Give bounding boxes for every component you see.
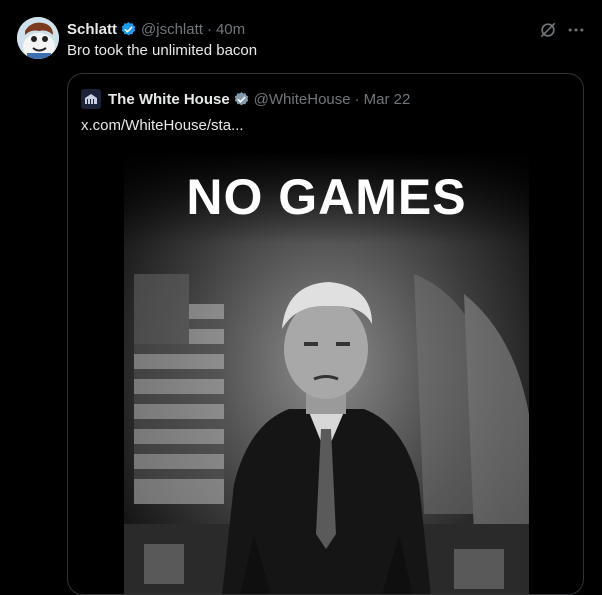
separator-dot: ·: [206, 20, 212, 38]
quoted-tweet-date[interactable]: Mar 22: [364, 91, 411, 108]
cartoon-avatar-icon: [17, 17, 59, 59]
verified-badge-icon: [121, 21, 136, 35]
quoted-author-name[interactable]: The White House: [108, 91, 230, 108]
separator-dot: ·: [354, 90, 360, 108]
quoted-media-image[interactable]: NO GAMES: [124, 154, 529, 594]
more-icon[interactable]: [566, 20, 586, 40]
author-handle[interactable]: @jschlatt: [141, 21, 203, 38]
grok-icon[interactable]: [538, 20, 558, 40]
gov-verified-badge-icon: [234, 91, 248, 105]
tweet-text: Bro took the unlimited bacon: [67, 42, 258, 59]
white-house-logo-icon[interactable]: [81, 89, 101, 109]
white-house-building-icon: [85, 94, 97, 104]
author-avatar[interactable]: [17, 17, 59, 59]
tweet-time[interactable]: 40m: [216, 21, 245, 38]
quoted-tweet-link[interactable]: x.com/WhiteHouse/sta...: [81, 117, 244, 134]
quoted-author-handle[interactable]: @WhiteHouse: [254, 91, 351, 108]
tweet[interactable]: Schlatt @jschlatt · 40m Bro took the unl…: [0, 0, 602, 595]
tweet-header: Schlatt @jschlatt · 40m: [67, 19, 245, 39]
author-name[interactable]: Schlatt: [67, 21, 117, 38]
quoted-tweet-header: The White House @WhiteHouse · Mar 22: [81, 89, 410, 109]
quoted-tweet[interactable]: The White House @WhiteHouse · Mar 22 x.c…: [67, 73, 584, 595]
media-caption-text: NO GAMES: [186, 169, 467, 225]
